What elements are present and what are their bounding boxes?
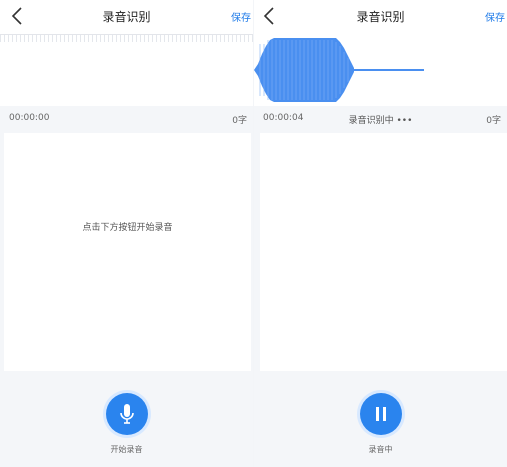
microphone-icon [119,404,134,424]
status-row: 00:00:00 0字 [0,108,253,128]
transcript-area[interactable] [260,133,507,371]
time-ruler [0,34,253,42]
transcript-placeholder: 点击下方按钮开始录音 [82,223,173,233]
start-record-button[interactable] [105,393,148,435]
page-title: 录音识别 [356,10,405,24]
nav-bar: 录音识别 保存 [254,0,507,34]
char-count: 0字 [232,116,247,126]
char-count: 0字 [486,116,501,126]
recognition-status: 录音识别中 ••• [348,116,413,126]
right-screen: 录音识别 保存 00:00:04 录音识别中 ••• 0字 录音中 [254,0,507,467]
audio-waveform [254,38,424,102]
status-row: 00:00:04 录音识别中 ••• 0字 [254,108,507,128]
recording-label: 录音中 [368,445,393,454]
start-record-label: 开始录音 [110,445,143,454]
pause-record-button[interactable] [359,393,402,435]
record-timer: 00:00:00 [9,113,50,123]
transcript-area[interactable]: 点击下方按钮开始录音 [4,133,251,371]
left-screen: 录音识别 保存 00:00:00 0字 点击下方按钮开始录音 开始录音 [0,0,253,467]
waveform-area [254,34,507,106]
page-title: 录音识别 [102,10,151,24]
pause-icon [375,407,386,421]
nav-bar: 录音识别 保存 [0,0,253,34]
save-button[interactable]: 保存 [231,9,251,24]
save-button[interactable]: 保存 [485,9,505,24]
waveform-area [0,34,253,106]
